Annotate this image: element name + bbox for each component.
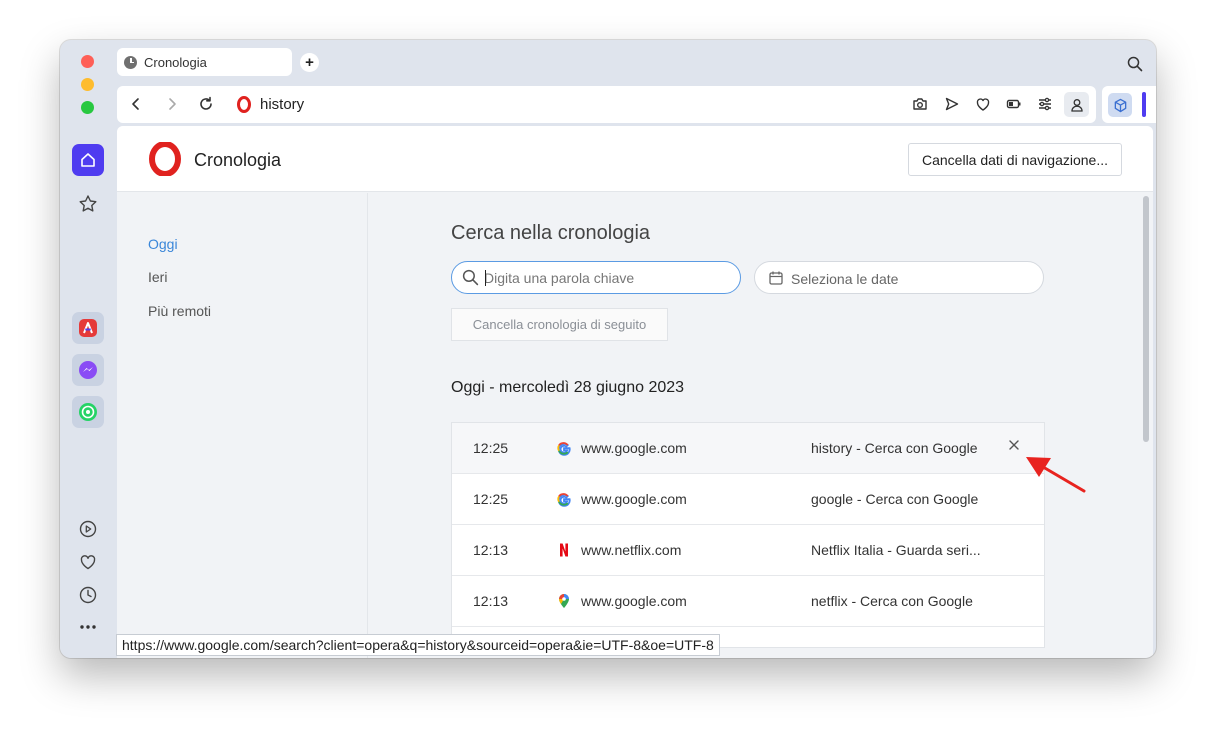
google-icon bbox=[557, 493, 571, 507]
heart-icon[interactable] bbox=[975, 96, 991, 112]
easy-setup-icon[interactable] bbox=[1037, 96, 1053, 112]
forward-icon[interactable] bbox=[167, 96, 177, 112]
page-scrollbar[interactable] bbox=[1143, 196, 1149, 442]
entry-title[interactable]: Netflix Italia - Guarda seri... bbox=[811, 542, 981, 558]
entry-time: 12:13 bbox=[473, 593, 509, 609]
opera-logo-icon bbox=[149, 142, 181, 176]
sidebar-aria-button[interactable] bbox=[72, 312, 104, 344]
entry-time: 12:25 bbox=[473, 491, 509, 507]
history-row[interactable]: 12:25 www.google.com history - Cerca con… bbox=[452, 423, 1044, 474]
link-status-bar: https://www.google.com/search?client=ope… bbox=[116, 634, 720, 656]
entry-title[interactable]: history - Cerca con Google bbox=[811, 440, 978, 456]
heart-icon bbox=[80, 555, 96, 570]
extensions-area bbox=[1102, 86, 1156, 123]
sidebar-messenger-button[interactable] bbox=[72, 354, 104, 386]
entry-site[interactable]: www.google.com bbox=[581, 593, 687, 609]
history-search-heading: Cerca nella cronologia bbox=[451, 222, 651, 244]
more-dots-icon bbox=[80, 625, 96, 629]
text-caret bbox=[485, 270, 486, 286]
profile-button[interactable] bbox=[1064, 92, 1089, 117]
back-icon[interactable] bbox=[131, 96, 141, 112]
entry-site[interactable]: www.google.com bbox=[581, 491, 687, 507]
google-maps-icon bbox=[559, 594, 569, 608]
history-row[interactable]: 12:13 www.google.com netflix - Cerca con… bbox=[452, 576, 1044, 627]
url-text[interactable]: history bbox=[260, 96, 304, 113]
messenger-icon bbox=[79, 361, 97, 379]
history-row[interactable]: 12:13 www.netflix.com Netflix Italia - G… bbox=[452, 525, 1044, 576]
calendar-icon bbox=[769, 271, 783, 285]
entry-title[interactable]: google - Cerca con Google bbox=[811, 491, 978, 507]
history-search-box[interactable] bbox=[451, 261, 741, 294]
aria-icon bbox=[79, 319, 97, 337]
entry-time: 12:25 bbox=[473, 440, 509, 456]
entry-site[interactable]: www.google.com bbox=[581, 440, 687, 456]
search-icon bbox=[462, 269, 479, 286]
star-icon bbox=[79, 195, 97, 212]
battery-icon[interactable] bbox=[1006, 96, 1022, 112]
sidebar-history-button[interactable] bbox=[72, 581, 104, 609]
home-icon bbox=[81, 153, 95, 167]
reload-icon[interactable] bbox=[198, 96, 214, 112]
sidebar-bookmarks-button[interactable] bbox=[72, 548, 104, 576]
history-page: Cronologia Cancella dati di navigazione.… bbox=[117, 126, 1153, 658]
date-picker-label: Seleziona le date bbox=[791, 271, 899, 287]
browser-window: Cronologia + history Cronologia Cancella… bbox=[60, 40, 1156, 658]
play-circle-icon bbox=[79, 520, 97, 538]
tab-cronologia[interactable]: Cronologia bbox=[117, 48, 292, 76]
minimize-window-button[interactable] bbox=[81, 78, 94, 91]
tab-title: Cronologia bbox=[144, 54, 207, 70]
camera-icon[interactable] bbox=[912, 96, 928, 112]
cube-icon bbox=[1114, 98, 1126, 112]
nav-item-ieri[interactable]: Ieri bbox=[148, 269, 167, 285]
sidebar-whatsapp-button[interactable] bbox=[72, 396, 104, 428]
date-picker[interactable]: Seleziona le date bbox=[754, 261, 1044, 294]
history-list: 12:25 www.google.com history - Cerca con… bbox=[451, 422, 1045, 648]
nav-item-oggi[interactable]: Oggi bbox=[148, 236, 178, 252]
search-tabs-icon[interactable] bbox=[1127, 56, 1143, 72]
entry-site[interactable]: www.netflix.com bbox=[581, 542, 681, 558]
page-title: Cronologia bbox=[194, 150, 282, 170]
opera-logo-icon bbox=[237, 96, 251, 113]
page-header: Cronologia Cancella dati di navigazione.… bbox=[117, 126, 1153, 192]
close-window-button[interactable] bbox=[81, 55, 94, 68]
date-group-heading: Oggi - mercoledì 28 giugno 2023 bbox=[451, 379, 685, 396]
sidebar-accent-bar bbox=[1142, 92, 1146, 117]
new-tab-button[interactable]: + bbox=[300, 53, 319, 72]
sidebar bbox=[60, 126, 116, 658]
google-icon bbox=[557, 442, 571, 456]
user-icon bbox=[1070, 98, 1083, 112]
entry-title[interactable]: netflix - Cerca con Google bbox=[811, 593, 973, 609]
sidebar-home-button[interactable] bbox=[72, 144, 104, 176]
netflix-icon bbox=[560, 543, 568, 557]
entry-time: 12:13 bbox=[473, 542, 509, 558]
close-icon[interactable] bbox=[1007, 438, 1021, 452]
extensions-button[interactable] bbox=[1108, 93, 1132, 117]
history-row[interactable]: 12:25 www.google.com google - Cerca con … bbox=[452, 474, 1044, 525]
address-bar: history bbox=[117, 86, 1096, 123]
sidebar-player-button[interactable] bbox=[72, 515, 104, 543]
nav-item-piu-remoti[interactable]: Più remoti bbox=[148, 303, 211, 319]
sidebar-speed-dial-button[interactable] bbox=[72, 188, 104, 220]
history-left-nav: Oggi Ieri Più remoti bbox=[117, 193, 368, 658]
sidebar-more-button[interactable] bbox=[72, 613, 104, 641]
annotation-arrow-icon bbox=[1026, 457, 1086, 493]
clock-icon bbox=[124, 55, 137, 69]
clear-history-below-button[interactable]: Cancella cronologia di seguito bbox=[451, 308, 668, 341]
send-icon[interactable] bbox=[944, 96, 960, 112]
history-search-input[interactable] bbox=[484, 268, 724, 287]
zoom-window-button[interactable] bbox=[81, 101, 94, 114]
clear-browsing-data-button[interactable]: Cancella dati di navigazione... bbox=[908, 143, 1122, 176]
whatsapp-icon bbox=[79, 403, 97, 421]
clock-icon bbox=[79, 586, 97, 604]
